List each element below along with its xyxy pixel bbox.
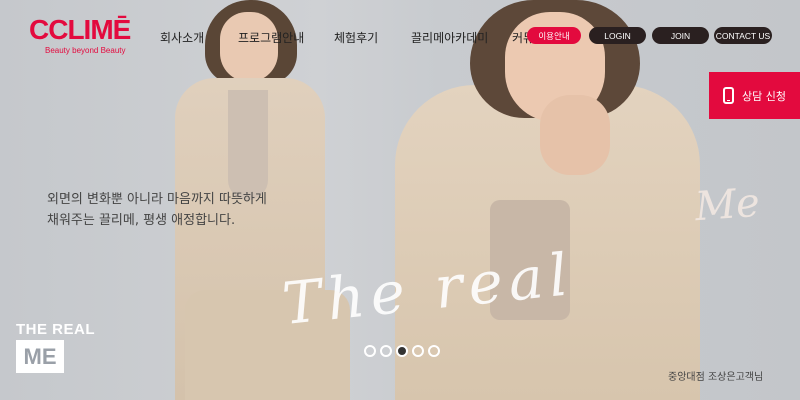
logo-slogan: Beauty beyond Beauty	[45, 46, 126, 55]
info-button[interactable]: 이용안내	[527, 27, 581, 44]
contact-us-button[interactable]: CONTACT US	[714, 27, 772, 44]
script-me: Me	[693, 179, 762, 231]
slider-dot-4[interactable]	[412, 345, 424, 357]
slider-pagination	[364, 345, 440, 357]
join-button[interactable]: JOIN	[652, 27, 709, 44]
model-left-shirt	[228, 90, 268, 200]
nav-item-company[interactable]: 회사소개	[160, 29, 204, 46]
badge-the-real: THE REAL	[16, 321, 95, 338]
badge-me: ME	[23, 343, 57, 369]
model-right-hand	[540, 95, 610, 175]
slider-dot-2[interactable]	[380, 345, 392, 357]
nav-item-reviews[interactable]: 체험후기	[334, 29, 378, 46]
the-real-me-badge: THE REAL ME	[16, 321, 95, 373]
tagline-line-1: 외면의 변화뿐 아니라 마음까지 따뜻하게	[47, 192, 267, 207]
phone-icon	[723, 87, 734, 104]
nav-item-academy[interactable]: 끌리메아카데미	[411, 29, 488, 46]
slider-dot-1[interactable]	[364, 345, 376, 357]
brand-logo[interactable]: CCLIMĒ Beauty beyond Beauty	[29, 14, 139, 56]
slider-dot-5[interactable]	[428, 345, 440, 357]
photo-caption: 중앙대점 조상은고객님	[668, 372, 764, 383]
model-left-face	[220, 12, 278, 82]
consult-request-button[interactable]: 상담 신청	[709, 72, 800, 119]
hero-tagline: 외면의 변화뿐 아니라 마음까지 따뜻하게 채워주는 끌리메, 평생 애정합니다…	[47, 189, 267, 231]
consult-label: 상담 신청	[742, 89, 786, 103]
slider-dot-3[interactable]	[396, 345, 408, 357]
badge-me-box: ME	[16, 340, 64, 373]
tagline-line-2: 채워주는 끌리메, 평생 애정합니다.	[47, 213, 236, 228]
login-button[interactable]: LOGIN	[589, 27, 646, 44]
nav-item-program[interactable]: 프로그램안내	[238, 29, 304, 46]
logo-text: CCLIMĒ	[29, 14, 131, 45]
